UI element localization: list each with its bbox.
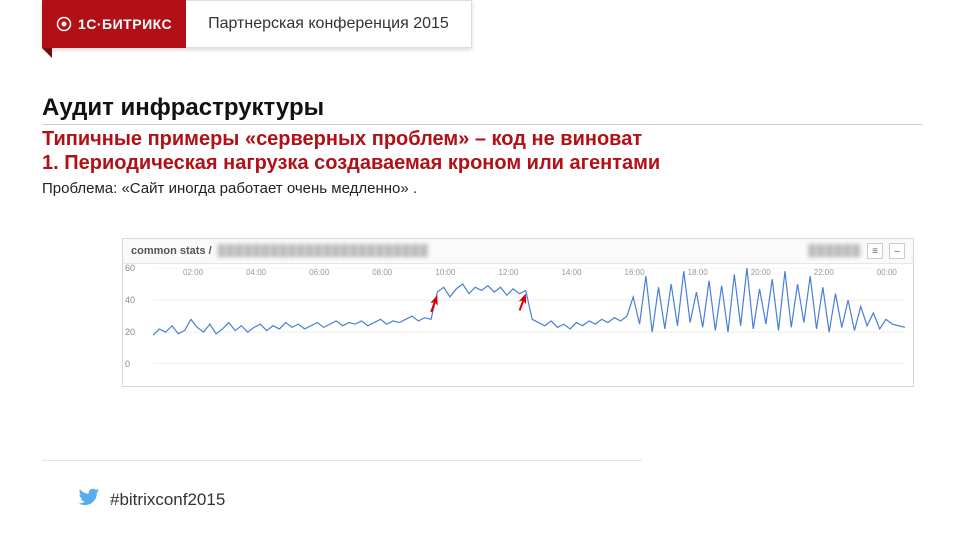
footer: #bitrixconf2015 [78, 486, 225, 513]
chart-plot: 0204060 02:0004:0006:0008:0010:0012:0014… [123, 264, 913, 386]
subtitle-line-1: Типичные примеры «серверных проблем» – к… [42, 128, 642, 151]
brand-badge: 1С·БИТРИКС [42, 0, 186, 48]
y-tick: 0 [125, 359, 130, 369]
chart-close-icon[interactable]: – [889, 243, 905, 259]
twitter-icon [78, 486, 100, 513]
brand-logo-icon [56, 16, 72, 32]
brand-text: 1С·БИТРИКС [78, 16, 172, 32]
hashtag: #bitrixconf2015 [110, 490, 225, 510]
body-text: Проблема: «Сайт иногда работает очень ме… [42, 180, 417, 197]
chart-header: common stats / ████████████████████████ … [123, 239, 913, 264]
chart-panel: common stats / ████████████████████████ … [122, 238, 914, 387]
footer-divider [42, 460, 642, 461]
ribbon-title: Партнерская конференция 2015 [186, 0, 472, 48]
page-title: Аудит инфраструктуры [42, 94, 922, 125]
y-tick: 60 [125, 263, 135, 273]
chart-meta-redacted: ██████ [808, 245, 861, 257]
header-ribbon: 1С·БИТРИКС Партнерская конференция 2015 [42, 0, 472, 48]
y-tick: 20 [125, 327, 135, 337]
y-tick: 40 [125, 295, 135, 305]
chart-title: common stats / [131, 245, 212, 257]
chart-title-redacted: ████████████████████████ [218, 245, 429, 257]
chart-menu-icon[interactable]: ≡ [867, 243, 883, 259]
subtitle-line-2: 1. Периодическая нагрузка создаваемая кр… [42, 152, 660, 175]
chart-svg [153, 268, 905, 364]
ribbon-tail [42, 48, 52, 58]
